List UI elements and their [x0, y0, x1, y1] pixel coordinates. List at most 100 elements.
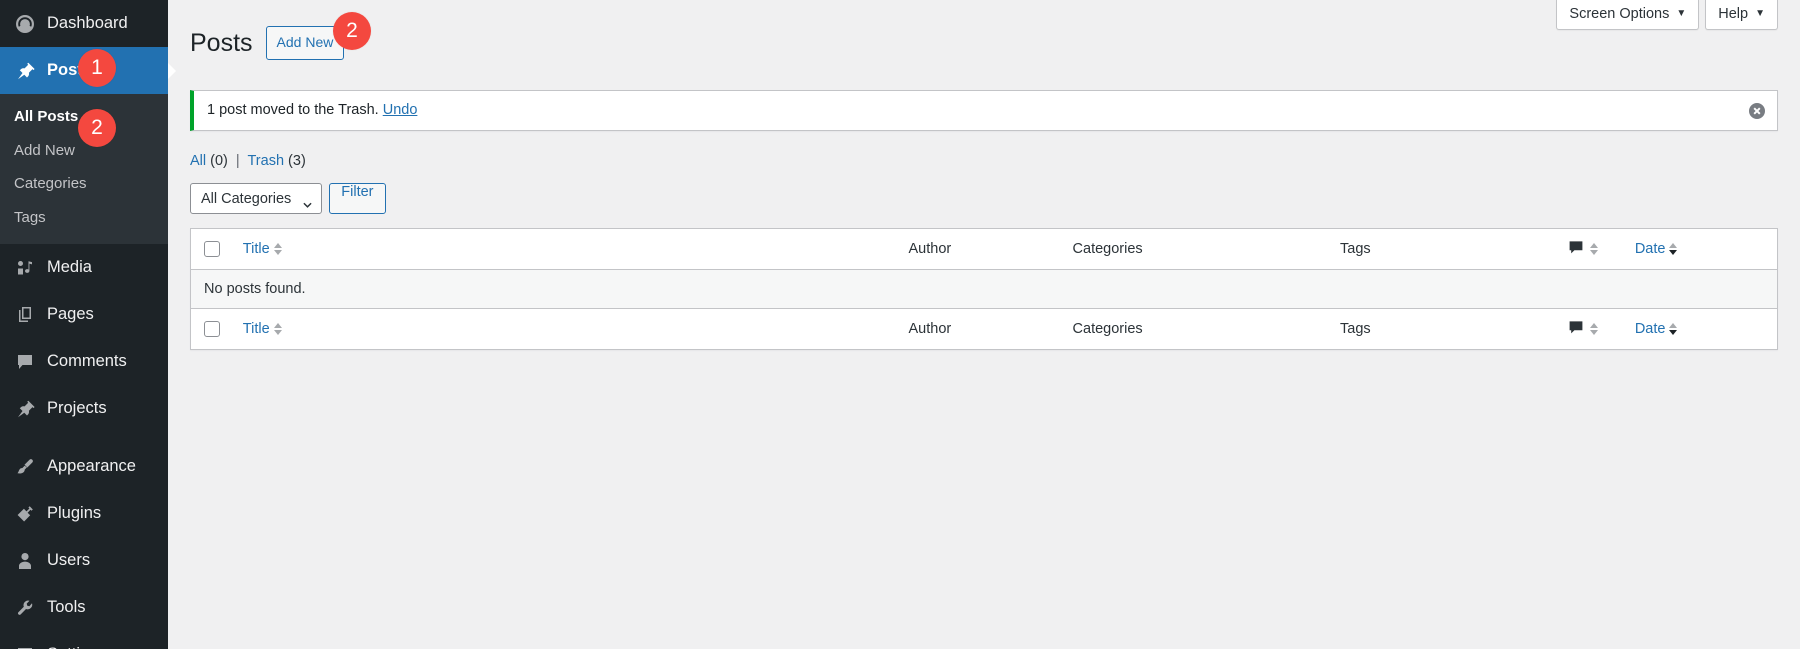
column-footer-comments[interactable] — [1568, 309, 1635, 350]
select-all-footer-header — [191, 309, 243, 350]
user-icon — [14, 550, 36, 572]
sort-indicator-icon — [1590, 323, 1598, 335]
table-header-row: Title Author Categories Tags — [191, 229, 1778, 270]
notice-text: 1 post moved to the Trash. — [207, 102, 379, 118]
sidebar-item-label: Media — [47, 258, 92, 277]
column-header-tags: Tags — [1340, 229, 1568, 270]
view-trash-link[interactable]: Trash — [247, 153, 284, 169]
sort-indicator-icon — [274, 323, 282, 335]
views-separator: | — [236, 153, 240, 169]
column-header-author: Author — [909, 229, 1073, 270]
wordpress-admin-screen: Dashboard Posts All Posts Add New Catego… — [0, 0, 1800, 649]
comment-bubble-icon — [1568, 239, 1584, 259]
column-footer-author: Author — [909, 309, 1073, 350]
column-footer-title[interactable]: Title — [243, 309, 909, 350]
annotation-badge-3: 2 — [333, 12, 371, 50]
page-header: Posts Add New — [190, 0, 1778, 76]
filter-button[interactable]: Filter — [329, 183, 385, 214]
sidebar-item-plugins[interactable]: Plugins — [0, 490, 168, 537]
column-title-label: Title — [243, 321, 270, 337]
screen-options-button[interactable]: Screen Options ▼ — [1556, 0, 1699, 30]
sidebar-item-label: Tools — [47, 598, 86, 617]
help-label: Help — [1718, 6, 1748, 22]
pin-icon — [14, 60, 36, 82]
help-button[interactable]: Help ▼ — [1705, 0, 1778, 30]
select-all-checkbox[interactable] — [204, 241, 220, 257]
sort-title-link[interactable]: Title — [243, 241, 282, 257]
submenu-item-tags[interactable]: Tags — [0, 201, 168, 235]
no-posts-message: No posts found. — [191, 270, 1778, 309]
trash-notice: 1 post moved to the Trash. Undo — [190, 90, 1778, 131]
view-all-link[interactable]: All — [190, 153, 206, 169]
posts-table-body: No posts found. — [191, 270, 1778, 309]
dismiss-icon[interactable] — [1747, 101, 1767, 121]
sidebar-item-dashboard[interactable]: Dashboard — [0, 0, 168, 47]
column-footer-tags: Tags — [1340, 309, 1568, 350]
select-all-header — [191, 229, 243, 270]
brush-icon — [14, 456, 36, 478]
plug-icon — [14, 503, 36, 525]
admin-main-content: Screen Options ▼ Help ▼ Posts Add New 1 … — [168, 0, 1800, 649]
sidebar-item-label: Pages — [47, 305, 94, 324]
sort-date-link[interactable]: Date — [1635, 241, 1678, 257]
pages-icon — [14, 304, 36, 326]
no-posts-row: No posts found. — [191, 270, 1778, 309]
chevron-down-icon: ▼ — [1755, 9, 1765, 19]
sidebar-item-pages[interactable]: Pages — [0, 291, 168, 338]
sidebar-item-appearance[interactable]: Appearance — [0, 443, 168, 490]
sidebar-item-media[interactable]: Media — [0, 244, 168, 291]
sort-date-link-footer[interactable]: Date — [1635, 321, 1678, 337]
posts-table: Title Author Categories Tags — [190, 228, 1778, 350]
annotation-badge-1: 1 — [78, 49, 116, 87]
select-all-checkbox-footer[interactable] — [204, 321, 220, 337]
admin-sidebar: Dashboard Posts All Posts Add New Catego… — [0, 0, 168, 649]
submenu-item-categories[interactable]: Categories — [0, 167, 168, 201]
dashboard-icon — [14, 13, 36, 35]
sidebar-item-projects[interactable]: Projects — [0, 385, 168, 432]
sort-indicator-icon — [1669, 243, 1677, 255]
sidebar-item-label: Settings — [47, 645, 107, 649]
view-trash-count: (3) — [288, 153, 306, 169]
sidebar-item-settings[interactable]: Settings — [0, 631, 168, 649]
chevron-down-icon: ▼ — [1676, 9, 1686, 19]
posts-table-head: Title Author Categories Tags — [191, 229, 1778, 270]
table-navigation-top: All Categories Filter — [190, 183, 1778, 214]
category-filter-value: All Categories — [201, 191, 291, 207]
sidebar-item-label: Dashboard — [47, 14, 128, 33]
media-icon — [14, 257, 36, 279]
column-date-label: Date — [1635, 321, 1666, 337]
screen-meta-links: Screen Options ▼ Help ▼ — [1556, 0, 1778, 30]
sidebar-divider — [0, 432, 168, 443]
sidebar-item-label: Comments — [47, 352, 127, 371]
post-status-views: All (0) | Trash (3) — [190, 150, 1778, 173]
sidebar-item-label: Appearance — [47, 457, 136, 476]
pin-icon — [14, 398, 36, 420]
sidebar-item-label: Users — [47, 551, 90, 570]
column-footer-categories: Categories — [1073, 309, 1340, 350]
column-title-label: Title — [243, 241, 270, 257]
sidebar-item-label: Projects — [47, 399, 107, 418]
column-header-categories: Categories — [1073, 229, 1340, 270]
sidebar-item-label: Plugins — [47, 504, 101, 523]
column-header-title[interactable]: Title — [243, 229, 909, 270]
posts-table-foot: Title Author Categories Tags — [191, 309, 1778, 350]
category-filter-select[interactable]: All Categories — [190, 183, 322, 214]
annotation-badge-2: 2 — [78, 109, 116, 147]
screen-options-label: Screen Options — [1569, 6, 1669, 22]
sliders-icon — [14, 644, 36, 649]
sort-indicator-icon — [274, 243, 282, 255]
chevron-down-icon — [303, 196, 312, 202]
sort-indicator-icon — [1669, 323, 1677, 335]
sidebar-item-comments[interactable]: Comments — [0, 338, 168, 385]
comment-bubble-icon — [1568, 319, 1584, 339]
undo-link[interactable]: Undo — [383, 102, 418, 118]
column-header-comments[interactable] — [1568, 229, 1635, 270]
sort-title-link-footer[interactable]: Title — [243, 321, 282, 337]
sidebar-item-users[interactable]: Users — [0, 537, 168, 584]
table-footer-row: Title Author Categories Tags — [191, 309, 1778, 350]
column-header-date[interactable]: Date — [1635, 229, 1778, 270]
column-footer-date[interactable]: Date — [1635, 309, 1778, 350]
column-date-label: Date — [1635, 241, 1666, 257]
sidebar-item-tools[interactable]: Tools — [0, 584, 168, 631]
view-all-count: (0) — [210, 153, 228, 169]
